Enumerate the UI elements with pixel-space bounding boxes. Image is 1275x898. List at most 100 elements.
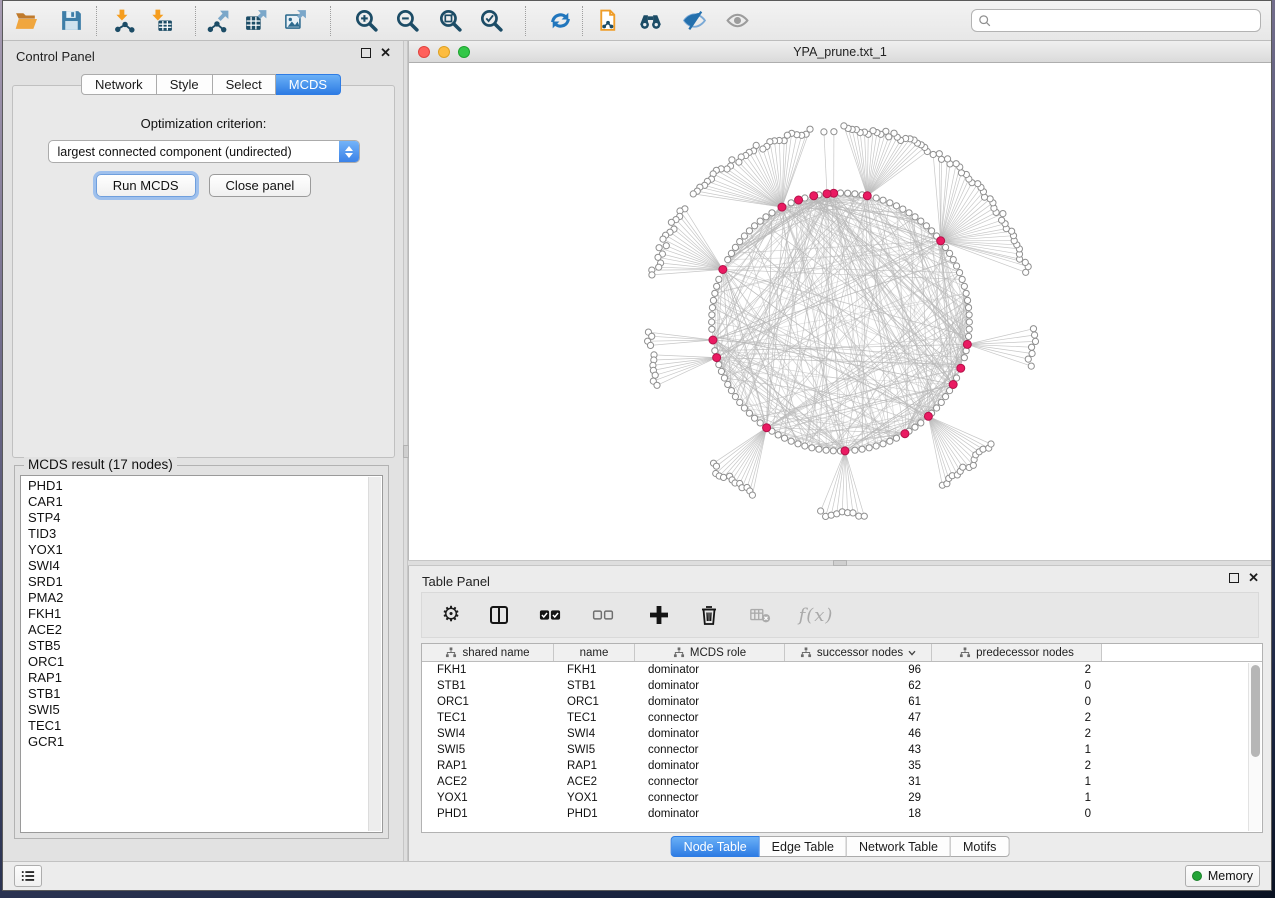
search-network-icon[interactable] [636, 7, 664, 35]
delete-column-icon[interactable] [696, 602, 722, 628]
tab-node-table[interactable]: Node Table [671, 836, 760, 857]
function-builder-icon[interactable]: f(x) [796, 602, 836, 628]
column-header-predecessor-nodes[interactable]: predecessor nodes [932, 644, 1102, 661]
hide-selected-icon[interactable] [680, 7, 708, 35]
add-column-icon[interactable] [646, 602, 672, 628]
export-image-icon[interactable] [281, 7, 309, 35]
mcds-result-item[interactable]: STP4 [21, 510, 367, 526]
show-all-icon[interactable] [723, 7, 751, 35]
tab-style[interactable]: Style [157, 74, 213, 95]
tab-edge-table[interactable]: Edge Table [760, 836, 847, 857]
table-row[interactable]: YOX1YOX1connector291 [422, 790, 1248, 806]
table-row[interactable]: SWI5SWI5connector431 [422, 742, 1248, 758]
column-header-successor-nodes[interactable]: successor nodes [785, 644, 932, 661]
deselect-all-icon[interactable] [590, 602, 616, 628]
mcds-result-item[interactable]: ACE2 [21, 622, 367, 638]
zoom-in-icon[interactable] [352, 7, 380, 35]
maximize-window-icon[interactable] [458, 46, 470, 58]
import-network-icon[interactable] [109, 7, 137, 35]
network-window-titlebar[interactable]: YPA_prune.txt_1 [409, 41, 1271, 63]
run-mcds-button[interactable]: Run MCDS [96, 174, 196, 197]
column-header-shared-name[interactable]: shared name [422, 644, 554, 661]
mcds-result-item[interactable]: RAP1 [21, 670, 367, 686]
attribute-icon [959, 647, 971, 658]
table-row[interactable]: FKH1FKH1dominator962 [422, 662, 1248, 678]
table-settings-icon[interactable]: ⚙ [438, 602, 464, 628]
close-panel-button[interactable]: Close panel [209, 174, 312, 197]
float-panel-icon[interactable] [1229, 573, 1239, 583]
zoom-fit-icon[interactable] [436, 7, 464, 35]
mcds-result-item[interactable]: GCR1 [21, 734, 367, 750]
mcds-result-item[interactable]: STB5 [21, 638, 367, 654]
mcds-result-item[interactable]: STB1 [21, 686, 367, 702]
optimization-criterion-select[interactable]: largest connected component (undirected) [48, 140, 360, 163]
select-all-icon[interactable] [537, 602, 563, 628]
cell-predecessor-nodes: 2 [932, 728, 1102, 740]
task-history-button[interactable] [14, 865, 42, 887]
toolbar-search-box[interactable] [971, 9, 1261, 32]
column-header-mcds-role[interactable]: MCDS role [635, 644, 785, 661]
cell-name: TEC1 [554, 712, 635, 724]
mcds-result-item[interactable]: TEC1 [21, 718, 367, 734]
table-row[interactable]: TEC1TEC1connector472 [422, 710, 1248, 726]
mcds-result-item[interactable]: FKH1 [21, 606, 367, 622]
cell-mcds-role: connector [635, 776, 785, 788]
mcds-result-item[interactable]: ORC1 [21, 654, 367, 670]
close-window-icon[interactable] [418, 46, 430, 58]
close-panel-icon[interactable]: ✕ [380, 48, 391, 58]
float-panel-icon[interactable] [361, 48, 371, 58]
mcds-result-item[interactable]: YOX1 [21, 542, 367, 558]
toolbar-separator [96, 6, 97, 36]
search-input[interactable] [992, 11, 1260, 30]
scrollbar-thumb[interactable] [1251, 665, 1260, 757]
save-session-icon[interactable] [57, 7, 85, 35]
table-row[interactable]: RAP1RAP1dominator352 [422, 758, 1248, 774]
mcds-result-item[interactable]: SWI4 [21, 558, 367, 574]
mcds-list-scrollbar[interactable] [368, 477, 381, 831]
cell-mcds-role: dominator [635, 696, 785, 708]
tab-mcds[interactable]: MCDS [276, 74, 341, 95]
column-header-name[interactable]: name [554, 644, 635, 661]
tab-network[interactable]: Network [81, 74, 157, 95]
mcds-result-item[interactable]: PHD1 [21, 478, 367, 494]
table-row[interactable]: STB1STB1dominator620 [422, 678, 1248, 694]
table-row[interactable]: ACE2ACE2connector311 [422, 774, 1248, 790]
zoom-selected-icon[interactable] [477, 7, 505, 35]
show-columns-icon[interactable] [486, 602, 512, 628]
memory-button[interactable]: Memory [1185, 865, 1260, 887]
cell-shared-name: FKH1 [422, 664, 554, 676]
export-network-icon[interactable] [204, 7, 232, 35]
cell-name: STB1 [554, 680, 635, 692]
network-canvas[interactable] [409, 63, 1271, 560]
mcds-result-item[interactable]: SWI5 [21, 702, 367, 718]
column-header-filler [1102, 644, 1262, 661]
tab-select[interactable]: Select [213, 74, 276, 95]
close-panel-icon[interactable]: ✕ [1248, 573, 1259, 583]
mcds-result-item[interactable]: SRD1 [21, 574, 367, 590]
share-document-icon[interactable] [593, 7, 621, 35]
network-window-title: YPA_prune.txt_1 [793, 45, 887, 59]
open-session-icon[interactable] [12, 7, 40, 35]
export-table-icon[interactable] [242, 7, 270, 35]
tab-motifs[interactable]: Motifs [951, 836, 1009, 857]
node-table: shared name name MCDS role successor nod… [421, 643, 1263, 833]
mcds-result-item[interactable]: PMA2 [21, 590, 367, 606]
table-row[interactable]: SWI4SWI4dominator462 [422, 726, 1248, 742]
minimize-window-icon[interactable] [438, 46, 450, 58]
cell-predecessor-nodes: 1 [932, 792, 1102, 804]
toolbar-separator [195, 6, 196, 36]
mcds-result-item[interactable]: CAR1 [21, 494, 367, 510]
cell-shared-name: SWI4 [422, 728, 554, 740]
table-panel: Table Panel ✕ ⚙ [408, 566, 1271, 861]
import-table-icon[interactable] [147, 7, 175, 35]
table-row[interactable]: PHD1PHD1dominator180 [422, 806, 1248, 822]
tab-network-table[interactable]: Network Table [847, 836, 951, 857]
zoom-out-icon[interactable] [393, 7, 421, 35]
delete-table-icon[interactable] [747, 602, 773, 628]
cell-name: RAP1 [554, 760, 635, 772]
table-scrollbar[interactable] [1248, 663, 1261, 831]
mcds-result-item[interactable]: TID3 [21, 526, 367, 542]
apply-layout-icon[interactable] [546, 7, 574, 35]
memory-label: Memory [1208, 869, 1253, 883]
table-row[interactable]: ORC1ORC1dominator610 [422, 694, 1248, 710]
